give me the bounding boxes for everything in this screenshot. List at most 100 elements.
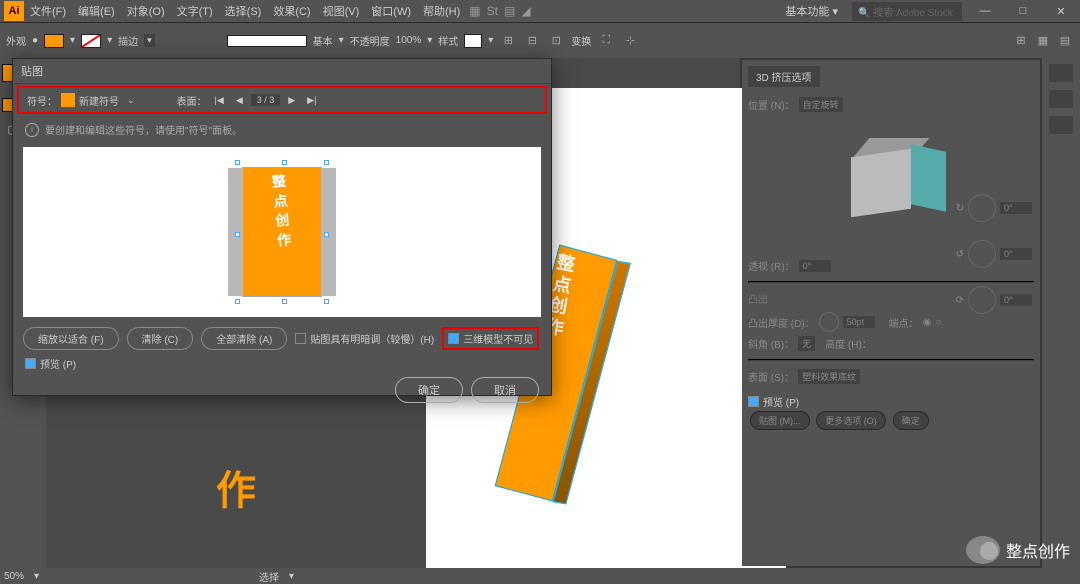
menu-file[interactable]: 文件(F) bbox=[24, 3, 72, 19]
cap-off-icon[interactable]: ○ bbox=[935, 317, 941, 328]
depth-val[interactable]: 50pt bbox=[843, 316, 875, 328]
clear-button[interactable]: 清除 (C) bbox=[127, 327, 194, 350]
info-icon: i bbox=[25, 123, 39, 137]
first-surface-button[interactable]: |◀ bbox=[211, 95, 228, 106]
ok-button[interactable]: 确定 bbox=[395, 377, 463, 403]
menu-bar: Ai 文件(F) 编辑(E) 对象(O) 文字(T) 选择(S) 效果(C) 视… bbox=[0, 0, 1080, 22]
bevel-label: 斜角 (B)： bbox=[748, 336, 794, 351]
axis-z-icon: ⟳ bbox=[956, 295, 964, 306]
info-row: i 要创建和编辑这些符号，请使用"符号"面板。 bbox=[13, 116, 551, 143]
stock-icon[interactable]: St bbox=[484, 4, 501, 18]
cap-on-icon[interactable]: ◉ bbox=[923, 317, 932, 328]
symbol-label: 符号： bbox=[27, 93, 57, 108]
surface-dropdown[interactable]: 塑料效果底纹 bbox=[798, 369, 860, 384]
app-logo: Ai bbox=[4, 1, 24, 21]
prev-surface-button[interactable]: ◀ bbox=[232, 95, 247, 106]
map-preview[interactable]: 整点创作 bbox=[23, 147, 541, 317]
grid-icon[interactable]: ⊞ bbox=[1012, 32, 1030, 50]
dial-x[interactable] bbox=[968, 194, 996, 222]
maximize-button[interactable]: □ bbox=[1008, 5, 1038, 17]
stroke-swatch[interactable] bbox=[81, 34, 101, 48]
workspace-switcher[interactable]: 基本功能 ▾ bbox=[779, 3, 844, 19]
minimize-button[interactable]: — bbox=[970, 5, 1000, 17]
preview-checkbox-3d[interactable] bbox=[748, 396, 759, 407]
cancel-button[interactable]: 取消 bbox=[471, 377, 539, 403]
search-input[interactable]: 🔍 搜索 Adobe Stock bbox=[852, 2, 962, 21]
stroke-label: 描边 bbox=[118, 33, 138, 48]
menu-window[interactable]: 窗口(W) bbox=[365, 3, 417, 19]
collapsed-panels bbox=[1042, 58, 1080, 568]
preview-checkbox[interactable] bbox=[25, 358, 36, 369]
rot-x[interactable]: 0° bbox=[1000, 202, 1032, 214]
style-dropdown[interactable]: 基本 bbox=[313, 33, 333, 48]
menu-help[interactable]: 帮助(H) bbox=[417, 3, 466, 19]
rotation-cube[interactable] bbox=[841, 128, 941, 228]
fill-swatch[interactable] bbox=[44, 34, 64, 48]
surface-nav-label: 表面： bbox=[177, 93, 207, 108]
shade-checkbox[interactable] bbox=[295, 333, 306, 344]
menu-edit[interactable]: 编辑(E) bbox=[72, 3, 121, 19]
ok-button-3d[interactable]: 确定 bbox=[893, 411, 929, 430]
dial-y[interactable] bbox=[968, 240, 996, 268]
menu-object[interactable]: 对象(O) bbox=[121, 3, 171, 19]
rot-z[interactable]: 0° bbox=[1000, 294, 1032, 306]
cap-label: 端点： bbox=[889, 315, 919, 330]
map-art-button[interactable]: 贴图 (M)... bbox=[750, 411, 810, 430]
invisible-checkbox[interactable] bbox=[448, 333, 459, 344]
menu-select[interactable]: 选择(S) bbox=[219, 3, 268, 19]
last-surface-button[interactable]: ▶| bbox=[303, 95, 320, 106]
close-button[interactable]: ✕ bbox=[1046, 5, 1076, 18]
perspective-label: 透视 (R)： bbox=[748, 258, 795, 273]
depth-dial[interactable] bbox=[819, 312, 839, 332]
depth-label: 凸出厚度 (D)： bbox=[748, 315, 815, 330]
map-art-dialog: 贴图 符号： 新建符号 ⌄ 表面： |◀ ◀ 3 / 3 ▶ ▶| i 要创建和… bbox=[12, 58, 552, 396]
more-options-button[interactable]: 更多选项 (O) bbox=[816, 411, 886, 430]
wechat-icon bbox=[966, 536, 1000, 564]
shade-label: 贴图具有明暗调（较慢）(H) bbox=[310, 331, 434, 346]
ruler-icon[interactable]: ▤ bbox=[1056, 32, 1074, 50]
gpu-icon[interactable]: ◢ bbox=[518, 4, 533, 18]
style-swatch[interactable] bbox=[464, 34, 482, 48]
mini-panel-1[interactable] bbox=[1049, 64, 1073, 82]
menu-view[interactable]: 视图(V) bbox=[317, 3, 366, 19]
opacity-label: 不透明度 bbox=[350, 33, 390, 48]
watermark: 整点创作 bbox=[966, 536, 1070, 564]
appearance-label: 外观 bbox=[6, 33, 26, 48]
position-label: 位置 (N)： bbox=[748, 97, 795, 112]
distribute-icon[interactable]: ⊡ bbox=[547, 32, 565, 50]
invisible-label: 三维模型不可见 bbox=[463, 331, 533, 346]
arrange-icon[interactable]: ▤ bbox=[501, 4, 518, 18]
surface-indicator: 3 / 3 bbox=[251, 94, 281, 106]
position-dropdown[interactable]: 自定旋转 bbox=[799, 97, 843, 112]
status-bar: 50%▾ 选择▾ bbox=[0, 568, 1080, 584]
symbol-dropdown[interactable]: 新建符号 bbox=[79, 93, 119, 108]
align-icon[interactable]: ⊞ bbox=[499, 32, 517, 50]
zoom-value[interactable]: 50% bbox=[4, 571, 24, 582]
stroke-style[interactable] bbox=[227, 35, 307, 47]
menu-effect[interactable]: 效果(C) bbox=[267, 3, 316, 19]
transform-icon[interactable]: ⛶ bbox=[597, 32, 615, 50]
next-surface-button[interactable]: ▶ bbox=[284, 95, 299, 106]
symbol-row-highlight: 符号： 新建符号 ⌄ 表面： |◀ ◀ 3 / 3 ▶ ▶| bbox=[17, 86, 547, 114]
dial-z[interactable] bbox=[968, 286, 996, 314]
mini-panel-3[interactable] bbox=[1049, 116, 1073, 134]
dot-icon: ● bbox=[32, 35, 38, 46]
snap-icon[interactable]: ▦ bbox=[1034, 32, 1052, 50]
perspective-val[interactable]: 0° bbox=[799, 260, 831, 272]
align-icon2[interactable]: ⊟ bbox=[523, 32, 541, 50]
axis-x-icon: ↻ bbox=[956, 203, 964, 214]
preview-label-3d: 预览 (P) bbox=[763, 394, 799, 409]
axis-y-icon: ↺ bbox=[956, 249, 964, 260]
control-bar: 外观 ● ▾ ▾ 描边 ▾ 基本 ▾ 不透明度 100% ▾ 样式 ▾ ⊞ ⊟ … bbox=[0, 22, 1080, 58]
clear-all-button[interactable]: 全部清除 (A) bbox=[201, 327, 287, 350]
mini-panel-2[interactable] bbox=[1049, 90, 1073, 108]
transform-icon2[interactable]: ⊹ bbox=[621, 32, 639, 50]
panel-tab-3d[interactable]: 3D 挤压选项 bbox=[748, 66, 820, 87]
opacity-value[interactable]: 100% bbox=[396, 35, 422, 46]
scale-to-fit-button[interactable]: 缩放以适合 (F) bbox=[23, 327, 119, 350]
bevel-dropdown[interactable]: 无 bbox=[798, 336, 815, 351]
symbol-dd-arrow[interactable]: ⌄ bbox=[123, 95, 139, 106]
menu-type[interactable]: 文字(T) bbox=[171, 3, 219, 19]
rot-y[interactable]: 0° bbox=[1000, 248, 1032, 260]
bridge-icon[interactable]: ▦ bbox=[466, 4, 483, 18]
